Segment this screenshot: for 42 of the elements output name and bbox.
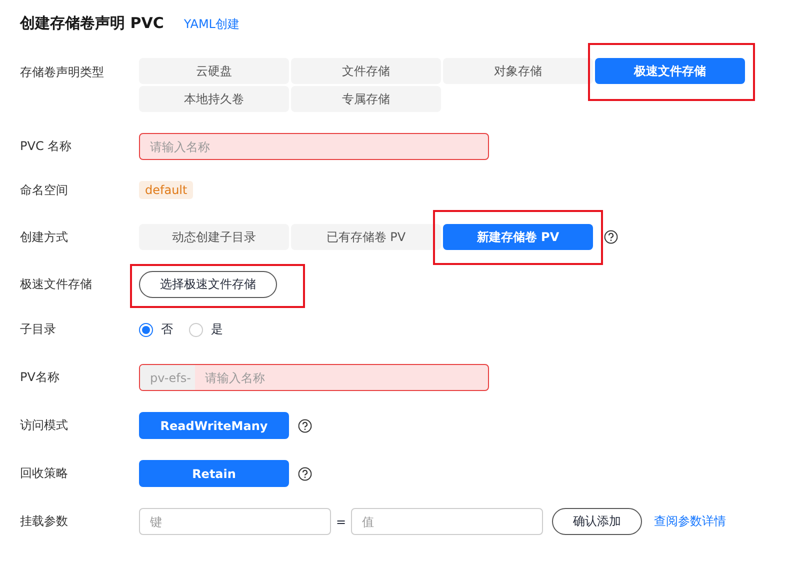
reclaim-policy-button[interactable]: Retain — [139, 460, 289, 487]
radio-label: 是 — [211, 321, 223, 338]
radio-icon[interactable] — [139, 322, 153, 336]
help-icon[interactable] — [298, 418, 312, 432]
name-field[interactable]: 请输入名称 — [139, 133, 489, 160]
segment-tab[interactable]: 新建存储卷 PV — [443, 224, 593, 250]
confirm-button[interactable]: 确认添加 — [552, 508, 642, 535]
segment-tab[interactable]: 专属存储 — [291, 86, 441, 112]
page-title: 创建存储卷声明 PVC — [20, 14, 164, 33]
radio-label: 否 — [161, 321, 173, 338]
segment-tab[interactable]: 文件存储 — [291, 58, 441, 84]
field-label: 回收策略 — [20, 465, 69, 482]
field-label: 命名空间 — [20, 182, 69, 198]
field-label: PVC 名称 — [20, 138, 73, 155]
access-mode-button[interactable]: ReadWriteMany — [139, 412, 289, 439]
prefix-label: pv-efs- — [140, 365, 195, 390]
value-field[interactable]: 值 — [351, 508, 544, 535]
yaml-link[interactable]: YAML创建 — [184, 16, 240, 33]
field-label: PV名称 — [20, 369, 60, 386]
help-icon[interactable] — [604, 230, 618, 244]
radio-option[interactable]: 是 — [189, 321, 223, 338]
select-button[interactable]: 选择极速文件存储 — [139, 271, 277, 298]
segment-tab[interactable]: 对象存储 — [443, 58, 593, 84]
field-label: 挂载参数 — [20, 513, 69, 530]
field-label: 访问模式 — [20, 417, 69, 434]
docs-link[interactable]: 查阅参数详情 — [654, 513, 726, 530]
segment-tab[interactable]: 本地持久卷 — [139, 86, 289, 112]
help-icon[interactable] — [298, 466, 312, 480]
segment-tab[interactable]: 动态创建子目录 — [139, 224, 289, 250]
name-input[interactable]: 请输入名称 — [194, 365, 488, 390]
equals-sign: = — [336, 514, 346, 528]
segment-tab[interactable]: 极速文件存储 — [595, 58, 745, 84]
key-field[interactable]: 键 — [139, 508, 331, 535]
segment-tab[interactable]: 云硬盘 — [139, 58, 289, 84]
radio-icon[interactable] — [189, 322, 203, 336]
segment-tab[interactable]: 已有存储卷 PV — [291, 224, 441, 250]
field-label: 创建方式 — [20, 228, 69, 246]
namespace-tag: default — [139, 181, 194, 199]
radio-option[interactable]: 否 — [139, 321, 173, 338]
field-label: 子目录 — [20, 321, 57, 338]
field-label: 极速文件存储 — [20, 276, 93, 293]
field-label: 存储卷声明类型 — [20, 64, 105, 81]
